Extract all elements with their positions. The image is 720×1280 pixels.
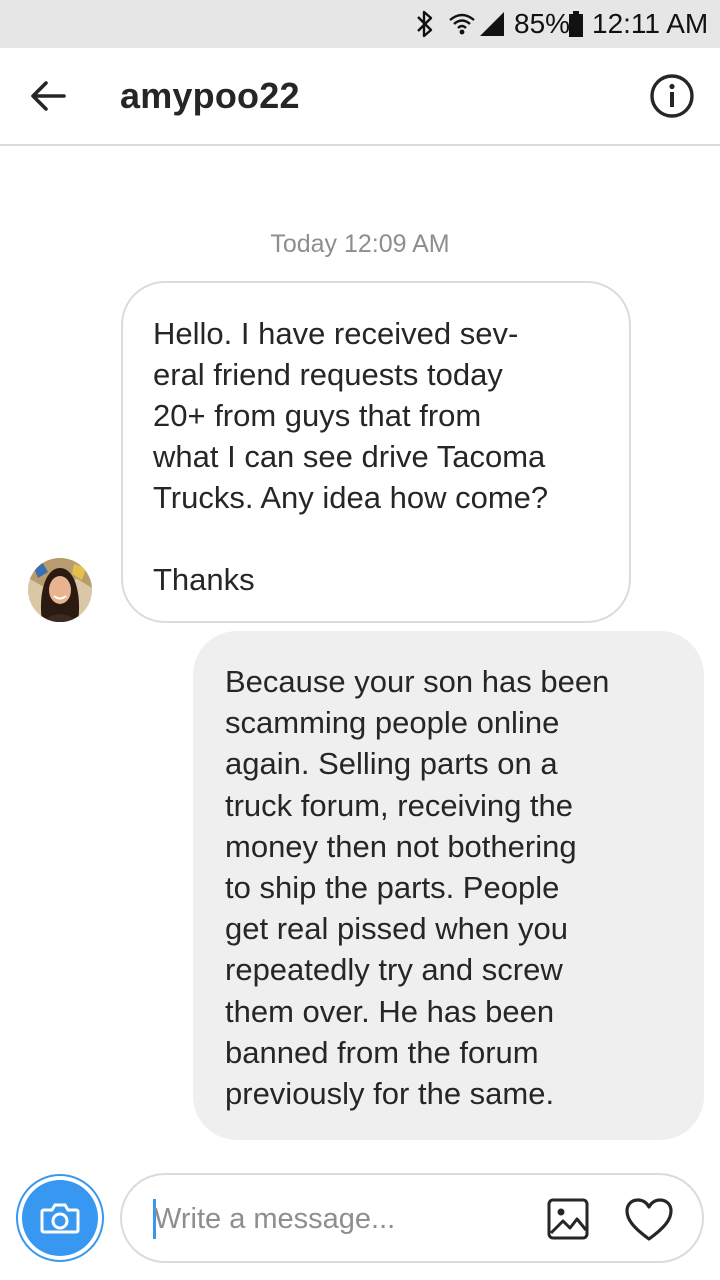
conversation-header: amypoo22 [0,48,720,146]
camera-icon [22,1180,98,1256]
message-timestamp: Today 12:09 AM [270,230,450,258]
camera-button[interactable] [16,1174,104,1262]
message-input[interactable] [154,1197,534,1241]
heart-icon[interactable] [624,1197,674,1243]
username-title[interactable]: amypoo22 [120,72,300,120]
clock: 12:11 AM [592,8,709,39]
battery-icon [568,0,584,48]
avatar[interactable] [28,558,92,622]
outgoing-message-bubble[interactable]: Because your son has been scamming peopl… [193,631,704,1140]
wifi-icon [448,0,476,48]
message-composer [120,1173,704,1263]
outgoing-message-text: Because your son has been scamming peopl… [225,664,610,1112]
gallery-icon[interactable] [546,1197,590,1241]
signal-icon [478,0,506,48]
incoming-message-text: Hello. I have received sev- eral friend … [153,316,549,597]
incoming-message-bubble[interactable]: Hello. I have received sev- eral friend … [121,281,631,623]
status-bar: 85% 12:11 AM [0,0,720,48]
battery-percentage: 85% [514,8,571,39]
info-icon[interactable] [648,72,696,120]
bluetooth-icon [414,0,436,48]
back-arrow-icon[interactable] [26,74,70,118]
